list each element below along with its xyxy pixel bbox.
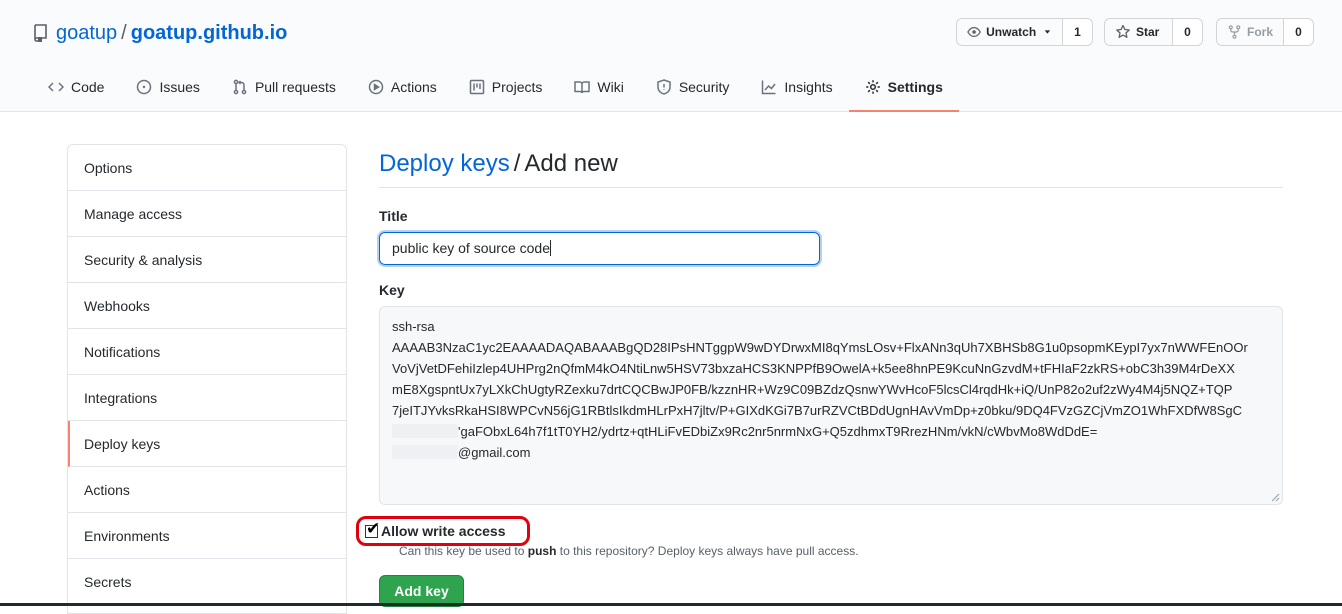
tab-wiki[interactable]: Wiki xyxy=(558,63,639,111)
write-access-checkbox[interactable]: ✔ xyxy=(365,520,380,538)
tab-security-label: Security xyxy=(678,79,730,95)
watch-button[interactable]: Unwatch xyxy=(956,18,1063,46)
key-line: ssh-rsa xyxy=(392,319,435,334)
star-group: Star 0 xyxy=(1104,18,1203,46)
repo-title-separator: / xyxy=(121,22,127,44)
title-input[interactable]: public key of source code xyxy=(379,232,820,265)
star-label: Star xyxy=(1136,25,1160,39)
tab-security[interactable]: Security xyxy=(640,63,746,111)
eye-icon xyxy=(967,26,981,38)
breadcrumb-separator: / xyxy=(513,150,521,177)
deploy-key-form: Deploy keys / Add new Title public key of … xyxy=(356,144,1283,607)
sidebar-item-deploy-keys[interactable]: Deploy keys xyxy=(68,421,346,467)
tab-actions[interactable]: Actions xyxy=(352,63,453,111)
tab-issues[interactable]: Issues xyxy=(120,63,215,111)
title-label: Title xyxy=(379,208,408,224)
watchers-count[interactable]: 1 xyxy=(1063,18,1093,46)
sidebar-item-security-analysis[interactable]: Security & analysis xyxy=(68,237,346,283)
watch-label: Unwatch xyxy=(986,25,1037,39)
checkmark-icon: ✔ xyxy=(366,518,381,538)
tab-projects[interactable]: Projects xyxy=(453,63,559,111)
redacted-text xyxy=(392,445,458,459)
sidebar-item-manage-access[interactable]: Manage access xyxy=(68,191,346,237)
repo-header: goatup / goatup.github.io Unwatch 1 Star… xyxy=(0,0,1342,112)
tab-code[interactable]: Code xyxy=(32,63,120,111)
sidebar-item-actions[interactable]: Actions xyxy=(68,467,346,513)
project-icon xyxy=(469,79,485,95)
breadcrumb-deploy-keys-link[interactable]: Deploy keys xyxy=(379,150,510,177)
write-access-label[interactable]: Allow write access xyxy=(381,523,506,539)
tab-settings[interactable]: Settings xyxy=(848,63,959,112)
hint-post: to this repository? Deploy keys always h… xyxy=(556,544,859,558)
repo-title: goatup / goatup.github.io xyxy=(32,20,287,46)
write-access-hint: Can this key be used to push to this rep… xyxy=(399,544,859,558)
hint-pre: Can this key be used to xyxy=(399,544,528,558)
key-line: VoVjVetDFehiIzlep4UHPrg2nQfmM4kO4NtiLnw5… xyxy=(392,361,1235,376)
sidebar-item-options[interactable]: Options xyxy=(68,145,346,191)
repo-nav-tabs: Code Issues Pull requests Actions Projec… xyxy=(32,63,959,112)
issue-icon xyxy=(137,79,152,95)
gear-icon xyxy=(865,79,880,94)
fork-group: Fork 0 xyxy=(1216,18,1314,46)
pull-request-icon xyxy=(233,79,247,95)
tab-issues-label: Issues xyxy=(159,79,200,95)
key-textarea[interactable]: ssh-rsa AAAAB3NzaC1yc2EAAAADAQABAAABgQD2… xyxy=(379,306,1283,505)
fork-button[interactable]: Fork xyxy=(1216,18,1284,46)
key-label: Key xyxy=(379,282,405,298)
tab-wiki-label: Wiki xyxy=(597,79,624,95)
breadcrumb-current: Add new xyxy=(524,150,618,177)
watch-group: Unwatch 1 xyxy=(956,18,1093,46)
stars-count[interactable]: 0 xyxy=(1173,18,1203,46)
sidebar-item-environments[interactable]: Environments xyxy=(68,513,346,559)
page-title: Deploy keys / Add new xyxy=(379,144,1283,188)
title-input-value: public key of source code xyxy=(392,240,550,256)
hint-bold: push xyxy=(527,544,557,558)
star-icon xyxy=(1116,24,1130,38)
sidebar-item-webhooks[interactable]: Webhooks xyxy=(68,283,346,329)
key-line: AAAAB3NzaC1yc2EAAAADAQABAAABgQD28IPsHNTg… xyxy=(392,340,1248,355)
repo-icon xyxy=(34,24,47,42)
sidebar-item-notifications[interactable]: Notifications xyxy=(68,329,346,375)
redacted-text xyxy=(392,424,458,438)
repo-owner-link[interactable]: goatup xyxy=(56,20,117,46)
tab-settings-label: Settings xyxy=(887,78,943,95)
tab-insights[interactable]: Insights xyxy=(745,63,848,111)
tab-actions-label: Actions xyxy=(390,79,437,95)
play-icon xyxy=(368,79,384,95)
key-line: @gmail.com xyxy=(392,442,1270,463)
key-line-tail: 'gaFObxL64h7f1tT0YH2/ydrtz+qtHLiFvEDbiZx… xyxy=(458,424,1098,439)
caret-down-icon xyxy=(1044,30,1051,34)
repo-name-link[interactable]: goatup.github.io xyxy=(131,20,288,46)
settings-sidebar: Options Manage access Security & analysi… xyxy=(67,144,347,614)
sidebar-item-integrations[interactable]: Integrations xyxy=(68,375,346,421)
graph-icon xyxy=(762,80,776,95)
fork-label: Fork xyxy=(1246,25,1273,39)
fork-icon xyxy=(1228,25,1241,39)
key-line: 'gaFObxL64h7f1tT0YH2/ydrtz+qtHLiFvEDbiZx… xyxy=(392,421,1270,442)
key-line: 7jeITJYvksRkaHSI8WPCvN56jG1RBtlsIkdmHLrP… xyxy=(392,403,1243,418)
shield-icon xyxy=(657,79,671,95)
book-icon xyxy=(574,81,591,94)
star-button[interactable]: Star xyxy=(1104,18,1173,46)
text-cursor xyxy=(549,240,551,256)
forks-count[interactable]: 0 xyxy=(1284,18,1314,46)
tab-insights-label: Insights xyxy=(784,79,833,95)
key-line: mE8XgspntUx7yLXkChUgtyRZexku7drtCQCBwJP0… xyxy=(392,382,1233,397)
sidebar-item-secrets[interactable]: Secrets xyxy=(68,559,346,605)
tab-code-label: Code xyxy=(71,79,105,95)
key-email-tail: @gmail.com xyxy=(458,445,531,460)
write-access-highlight: ✔ Allow write access xyxy=(356,516,530,546)
tab-projects-label: Projects xyxy=(491,79,543,95)
tab-pull-requests[interactable]: Pull requests xyxy=(216,63,352,111)
code-icon xyxy=(48,82,64,92)
tab-pull-requests-label: Pull requests xyxy=(254,79,336,95)
resize-grip-icon[interactable] xyxy=(1271,493,1280,502)
